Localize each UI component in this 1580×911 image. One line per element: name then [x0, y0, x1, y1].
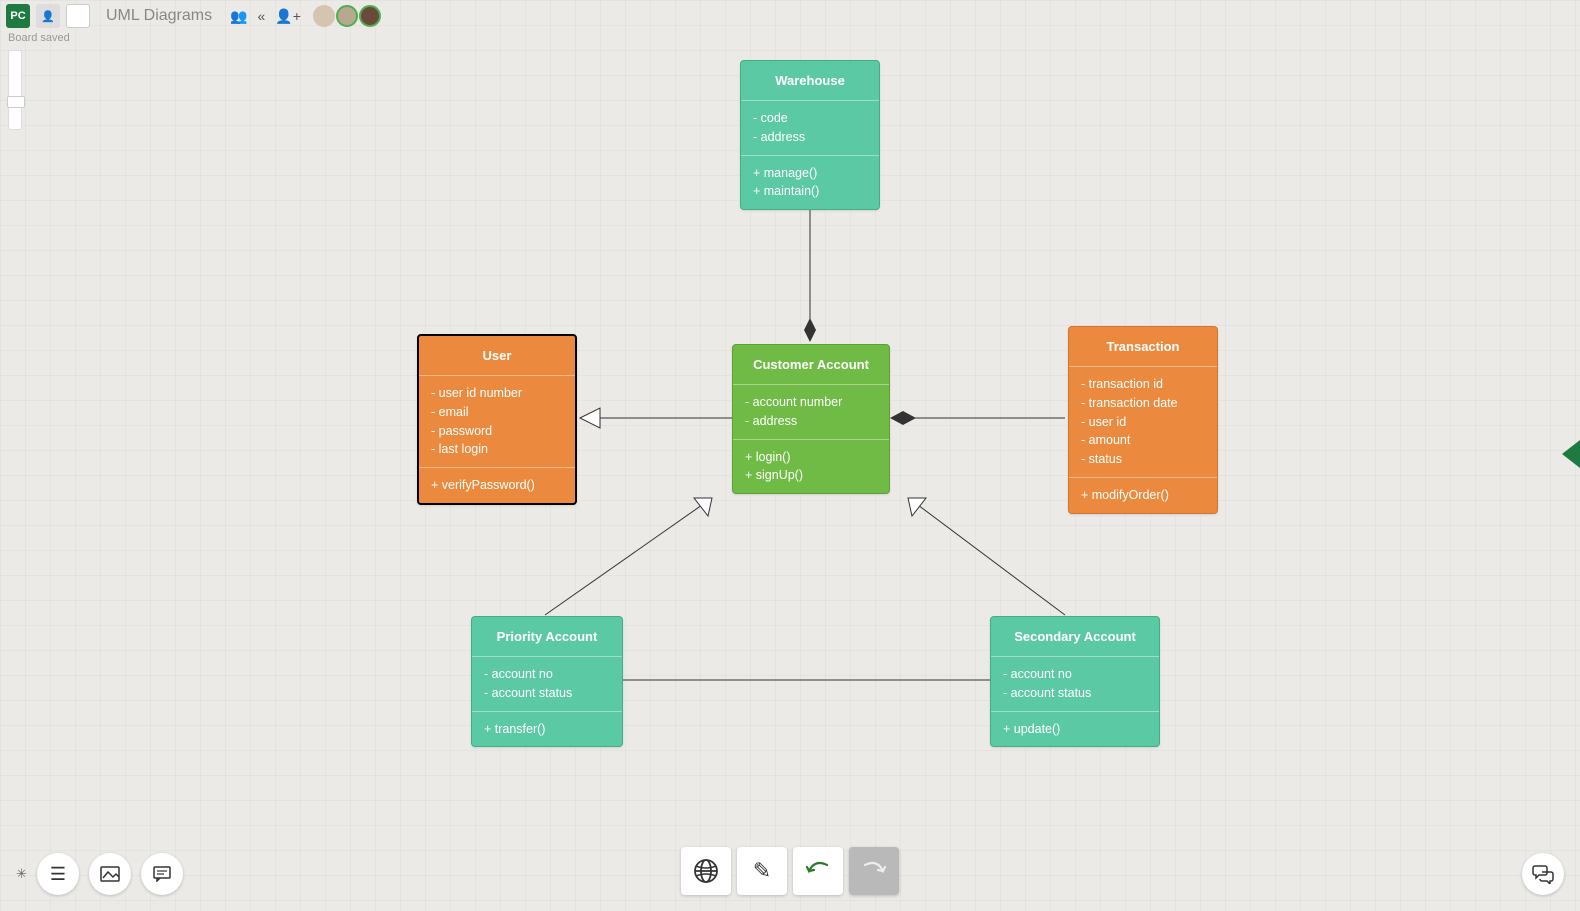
class-operations: + modifyOrder()	[1069, 478, 1217, 513]
save-status: Board saved	[8, 32, 70, 44]
zoom-slider[interactable]	[8, 50, 22, 130]
bottom-right-tools	[1522, 853, 1564, 895]
add-user-icon[interactable]: 👤+	[273, 8, 303, 25]
top-toolbar: PC 👤 UML Diagrams 👥 « 👤+	[6, 4, 381, 28]
collapse-icon[interactable]: «	[256, 8, 268, 24]
class-secondary-account[interactable]: Secondary Account - account no - account…	[990, 616, 1160, 747]
class-warehouse[interactable]: Warehouse - code - address + manage() + …	[740, 60, 880, 210]
expand-panel-icon[interactable]	[1562, 440, 1580, 468]
class-operations: + verifyPassword()	[419, 468, 575, 503]
class-attributes: - transaction id - transaction date - us…	[1069, 367, 1217, 478]
user-avatar-tile[interactable]: 👤	[36, 4, 60, 28]
class-priority-account[interactable]: Priority Account - account no - account …	[471, 616, 623, 747]
new-board-tile[interactable]	[66, 4, 90, 28]
class-title: Transaction	[1069, 327, 1217, 367]
class-operations: + manage() + maintain()	[741, 156, 879, 210]
workspace-tile[interactable]: PC	[6, 4, 30, 28]
redo-button[interactable]	[849, 847, 899, 895]
class-attributes: - account number - address	[733, 385, 889, 440]
class-title: Warehouse	[741, 61, 879, 101]
list-view-button[interactable]: ☰	[37, 853, 79, 895]
loading-icon: ✳	[16, 866, 27, 882]
class-attributes: - code - address	[741, 101, 879, 156]
comment-button[interactable]	[141, 853, 183, 895]
undo-button[interactable]	[793, 847, 843, 895]
image-button[interactable]	[89, 853, 131, 895]
class-operations: + update()	[991, 712, 1159, 747]
board-title[interactable]: UML Diagrams	[106, 7, 212, 25]
class-title: Secondary Account	[991, 617, 1159, 657]
class-customer-account[interactable]: Customer Account - account number - addr…	[732, 344, 890, 494]
class-operations: + login() + signUp()	[733, 440, 889, 494]
chat-button[interactable]	[1522, 853, 1564, 895]
edit-button[interactable]: ✎	[737, 847, 787, 895]
collaborator-avatars	[313, 5, 381, 27]
avatar[interactable]	[336, 5, 358, 27]
users-icon[interactable]: 👥	[228, 8, 249, 25]
class-transaction[interactable]: Transaction - transaction id - transacti…	[1068, 326, 1218, 514]
class-title: Priority Account	[472, 617, 622, 657]
class-user[interactable]: User - user id number - email - password…	[417, 334, 577, 505]
class-title: User	[419, 336, 575, 376]
avatar[interactable]	[313, 5, 335, 27]
publish-button[interactable]	[681, 847, 731, 895]
bottom-center-tools: ✎	[681, 847, 899, 895]
class-operations: + transfer()	[472, 712, 622, 747]
class-attributes: - account no - account status	[472, 657, 622, 712]
class-attributes: - user id number - email - password - la…	[419, 376, 575, 468]
avatar[interactable]	[359, 5, 381, 27]
bottom-left-tools: ✳ ☰	[16, 853, 183, 895]
class-title: Customer Account	[733, 345, 889, 385]
class-attributes: - account no - account status	[991, 657, 1159, 712]
